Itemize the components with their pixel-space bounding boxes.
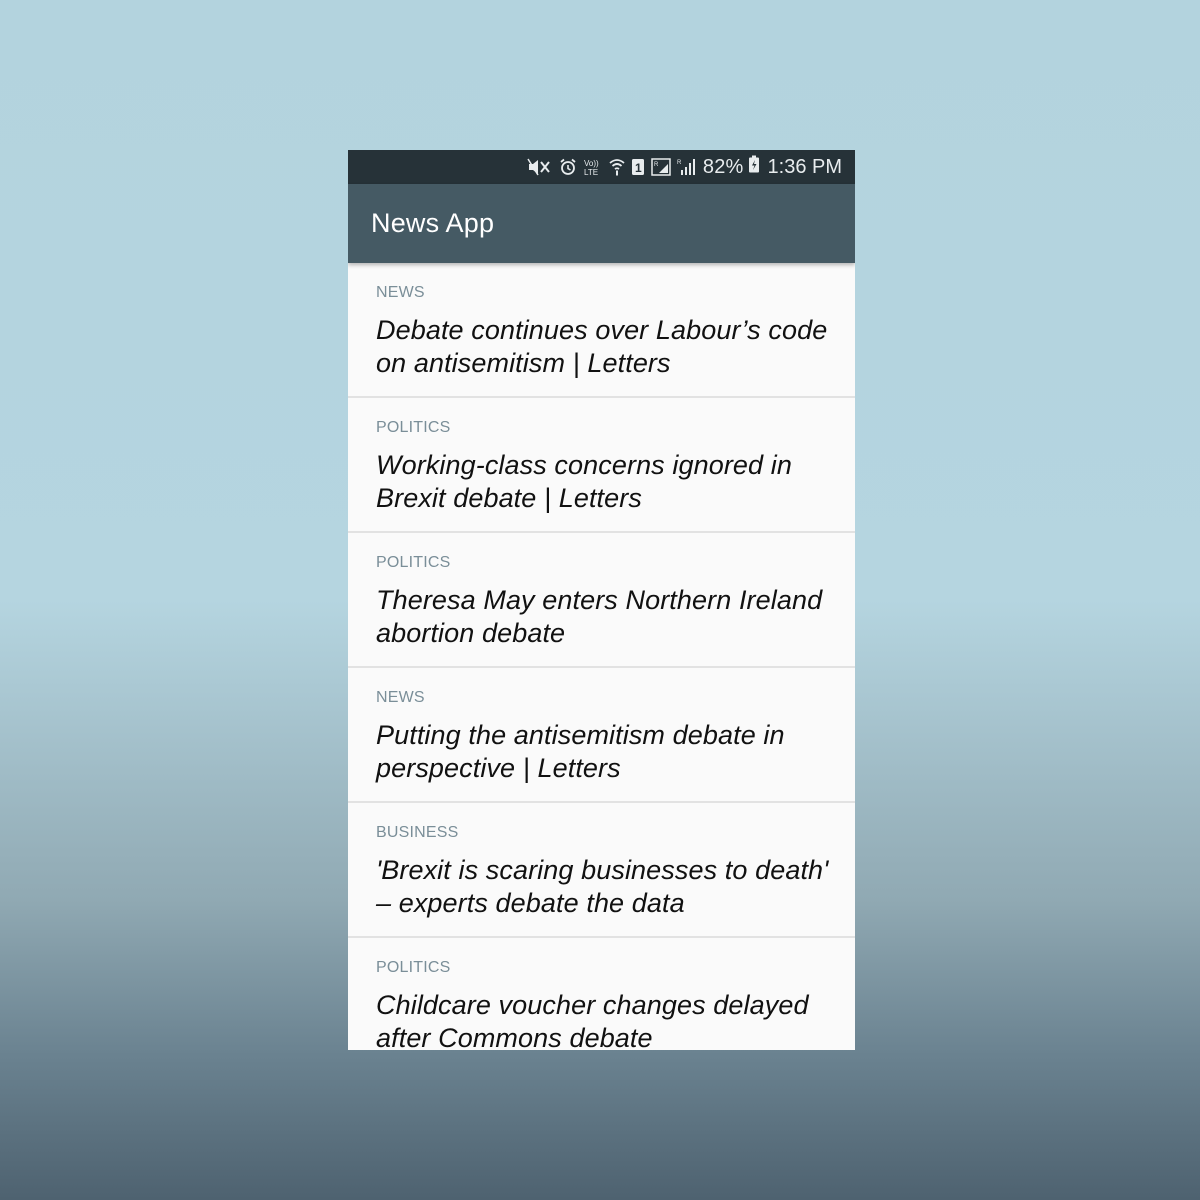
article-title: Debate continues over Labour’s code on a… — [376, 315, 828, 378]
mute-icon — [527, 158, 553, 176]
article-item[interactable]: NEWS Putting the antisemitism debate in … — [348, 668, 855, 803]
app-title: News App — [371, 208, 495, 238]
article-item[interactable]: POLITICS Theresa May enters Northern Ire… — [348, 533, 855, 668]
article-category: POLITICS — [376, 959, 451, 976]
battery-icon — [748, 155, 760, 179]
article-item[interactable]: NEWS Debate continues over Labour’s code… — [348, 263, 855, 398]
article-list[interactable]: NEWS Debate continues over Labour’s code… — [348, 263, 855, 1050]
article-category: BUSINESS — [376, 824, 459, 841]
nfc-icon: R — [651, 158, 671, 176]
status-icons: Vo)) LTE 1 R R — [527, 158, 695, 176]
svg-text:R: R — [654, 162, 659, 168]
article-category: POLITICS — [376, 554, 451, 571]
article-title: Childcare voucher changes delayed after … — [376, 990, 809, 1050]
article-item[interactable]: BUSINESS 'Brexit is scaring businesses t… — [348, 803, 855, 938]
article-category: NEWS — [376, 689, 425, 706]
article-category: NEWS — [376, 284, 425, 301]
sim-1-icon: 1 — [631, 158, 645, 176]
article-item[interactable]: POLITICS Working-class concerns ignored … — [348, 398, 855, 533]
article-title: 'Brexit is scaring businesses to death' … — [376, 855, 829, 918]
battery-percent: 82% — [702, 155, 744, 178]
article-title: Putting the antisemitism debate in persp… — [376, 720, 785, 783]
phone-screen: Vo)) LTE 1 R R 82% 1:36 PM News App NEWS… — [348, 150, 855, 1050]
svg-text:LTE: LTE — [584, 168, 598, 176]
article-category: POLITICS — [376, 419, 451, 436]
svg-text:Vo)): Vo)) — [584, 159, 599, 168]
app-bar: News App — [348, 184, 855, 263]
signal-icon: R — [677, 158, 695, 176]
alarm-icon — [559, 158, 577, 176]
svg-text:1: 1 — [635, 161, 642, 175]
article-title: Working-class concerns ignored in Brexit… — [376, 450, 792, 513]
status-time: 1:36 PM — [767, 155, 842, 178]
article-item[interactable]: POLITICS Childcare voucher changes delay… — [348, 938, 855, 1050]
wifi-icon — [609, 158, 625, 176]
svg-text:R: R — [677, 160, 682, 166]
article-title: Theresa May enters Northern Ireland abor… — [376, 585, 823, 648]
volte-icon: Vo)) LTE — [583, 158, 603, 176]
status-bar: Vo)) LTE 1 R R 82% 1:36 PM — [348, 150, 855, 184]
